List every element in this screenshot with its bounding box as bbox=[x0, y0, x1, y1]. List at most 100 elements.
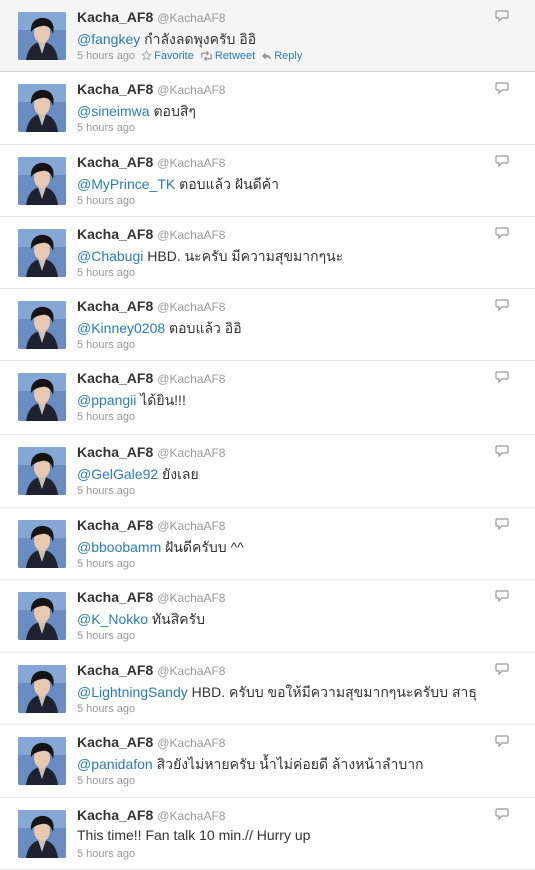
avatar[interactable] bbox=[18, 229, 66, 277]
conversation-icon[interactable] bbox=[495, 589, 509, 603]
timestamp[interactable]: 5 hours ago bbox=[77, 122, 135, 134]
user-name[interactable]: Kacha_AF8 bbox=[77, 517, 153, 533]
avatar[interactable] bbox=[18, 373, 66, 421]
tweet-meta: 5 hours ago bbox=[77, 195, 135, 207]
user-handle[interactable]: @KachaAF8 bbox=[157, 11, 225, 25]
tweet-item[interactable]: Kacha_AF8 @KachaAF8 @Chabugi HBD. นะครับ ม… bbox=[0, 217, 535, 289]
conversation-icon[interactable] bbox=[495, 662, 509, 676]
mention-link[interactable]: @fangkey bbox=[77, 31, 140, 47]
user-handle[interactable]: @KachaAF8 bbox=[157, 156, 225, 170]
user-name[interactable]: Kacha_AF8 bbox=[77, 662, 153, 678]
timestamp[interactable]: 5 hours ago bbox=[77, 339, 135, 351]
tweet-item[interactable]: Kacha_AF8 @KachaAF8 @fangkey กำลังลดพุงครั… bbox=[0, 0, 535, 72]
tweet-item[interactable]: Kacha_AF8 @KachaAF8 @panidafon สิวยังไม่หา… bbox=[0, 725, 535, 798]
avatar[interactable] bbox=[18, 12, 66, 60]
conversation-icon[interactable] bbox=[495, 154, 509, 168]
user-handle[interactable]: @KachaAF8 bbox=[157, 446, 225, 460]
user-handle[interactable]: @KachaAF8 bbox=[157, 228, 225, 242]
conversation-icon[interactable] bbox=[495, 298, 509, 312]
user-name[interactable]: Kacha_AF8 bbox=[77, 444, 153, 460]
user-handle[interactable]: @KachaAF8 bbox=[157, 664, 225, 678]
tweet-item[interactable]: Kacha_AF8 @KachaAF8 @K_Nokko ทันสิครับ 5 ho… bbox=[0, 580, 535, 653]
tweet-text: @GelGale92 ยังเลย bbox=[77, 464, 199, 486]
user-handle[interactable]: @KachaAF8 bbox=[157, 519, 225, 533]
user-name[interactable]: Kacha_AF8 bbox=[77, 370, 153, 386]
tweet-item[interactable]: Kacha_AF8 @KachaAF8 @ppangii ได้ยิน!!! 5 ho… bbox=[0, 361, 535, 435]
tweet-item[interactable]: Kacha_AF8 @KachaAF8 This time!! Fan talk 1… bbox=[0, 798, 535, 870]
conversation-icon[interactable] bbox=[495, 444, 509, 458]
tweet-item[interactable]: Kacha_AF8 @KachaAF8 @GelGale92 ยังเลย 5 hou… bbox=[0, 435, 535, 508]
conversation-icon[interactable] bbox=[495, 81, 509, 95]
mention-link[interactable]: @GelGale92 bbox=[77, 466, 158, 482]
avatar[interactable] bbox=[18, 665, 66, 713]
tweet-text: @fangkey กำลังลดพุงครับ อิอิ bbox=[77, 29, 256, 51]
favorite-button[interactable]: Favorite bbox=[140, 49, 194, 62]
tweet-item[interactable]: Kacha_AF8 @KachaAF8 @MyPrince_TK ตอบแล้ว ฝ… bbox=[0, 145, 535, 217]
user-handle[interactable]: @KachaAF8 bbox=[157, 372, 225, 386]
mention-link[interactable]: @bboobamm bbox=[77, 539, 161, 555]
mention-link[interactable]: @ppangii bbox=[77, 392, 136, 408]
avatar[interactable] bbox=[18, 520, 66, 568]
tweet-item[interactable]: Kacha_AF8 @KachaAF8 @LightningSandy HBD. ค… bbox=[0, 653, 535, 725]
mention-link[interactable]: @MyPrince_TK bbox=[77, 176, 175, 192]
mention-link[interactable]: @panidafon bbox=[77, 756, 153, 772]
timestamp[interactable]: 5 hours ago bbox=[77, 775, 135, 787]
user-handle[interactable]: @KachaAF8 bbox=[157, 83, 225, 97]
tweet-item[interactable]: Kacha_AF8 @KachaAF8 @sineimwa ตอบสิๆ 5 hour… bbox=[0, 72, 535, 145]
tweet-timeline: Kacha_AF8 @KachaAF8 @fangkey กำลังลดพุงครั… bbox=[0, 0, 535, 870]
conversation-icon[interactable] bbox=[495, 807, 509, 821]
user-handle[interactable]: @KachaAF8 bbox=[157, 591, 225, 605]
conversation-icon[interactable] bbox=[495, 226, 509, 240]
avatar[interactable] bbox=[18, 157, 66, 205]
user-handle[interactable]: @KachaAF8 bbox=[157, 736, 225, 750]
tweet-text: @sineimwa ตอบสิๆ bbox=[77, 101, 196, 123]
timestamp[interactable]: 5 hours ago bbox=[77, 411, 135, 423]
avatar[interactable] bbox=[18, 84, 66, 132]
timestamp[interactable]: 5 hours ago bbox=[77, 485, 135, 497]
avatar[interactable] bbox=[18, 447, 66, 495]
user-name[interactable]: Kacha_AF8 bbox=[77, 81, 153, 97]
user-name[interactable]: Kacha_AF8 bbox=[77, 298, 153, 314]
user-handle[interactable]: @KachaAF8 bbox=[157, 300, 225, 314]
timestamp[interactable]: 5 hours ago bbox=[77, 848, 135, 860]
tweet-item[interactable]: Kacha_AF8 @KachaAF8 @bboobamm ฝันดีครับบ ^… bbox=[0, 508, 535, 580]
tweet-item[interactable]: Kacha_AF8 @KachaAF8 @Kinney0208 ตอบแล้ว อิ… bbox=[0, 289, 535, 361]
avatar[interactable] bbox=[18, 592, 66, 640]
tweet-meta: 5 hours ago bbox=[77, 775, 135, 787]
conversation-icon[interactable] bbox=[495, 9, 509, 23]
mention-link[interactable]: @LightningSandy bbox=[77, 684, 188, 700]
timestamp[interactable]: 5 hours ago bbox=[77, 50, 135, 62]
avatar[interactable] bbox=[18, 810, 66, 858]
tweet-meta: 5 hours ago bbox=[77, 703, 135, 715]
tweet-body: กำลังลดพุงครับ อิอิ bbox=[140, 31, 257, 47]
conversation-icon[interactable] bbox=[495, 734, 509, 748]
tweet-header: Kacha_AF8 @KachaAF8 bbox=[77, 81, 225, 99]
user-name[interactable]: Kacha_AF8 bbox=[77, 226, 153, 242]
conversation-icon[interactable] bbox=[495, 370, 509, 384]
mention-link[interactable]: @Kinney0208 bbox=[77, 320, 165, 336]
user-handle[interactable]: @KachaAF8 bbox=[157, 809, 225, 823]
avatar[interactable] bbox=[18, 301, 66, 349]
timestamp[interactable]: 5 hours ago bbox=[77, 630, 135, 642]
conversation-icon[interactable] bbox=[495, 517, 509, 531]
reply-button[interactable]: Reply bbox=[261, 50, 302, 62]
user-name[interactable]: Kacha_AF8 bbox=[77, 9, 153, 25]
tweet-meta: 5 hours ago Favorite Retweet Reply bbox=[77, 49, 302, 62]
user-name[interactable]: Kacha_AF8 bbox=[77, 734, 153, 750]
mention-link[interactable]: @Chabugi bbox=[77, 248, 143, 264]
timestamp[interactable]: 5 hours ago bbox=[77, 195, 135, 207]
retweet-button[interactable]: Retweet bbox=[200, 50, 255, 62]
tweet-body: HBD. ครับบ ขอให้มีความสุขมากๆนะครับบ สาธ… bbox=[187, 684, 477, 700]
user-name[interactable]: Kacha_AF8 bbox=[77, 589, 153, 605]
tweet-body: This time!! Fan talk 10 min.// Hurry up bbox=[77, 827, 311, 843]
timestamp[interactable]: 5 hours ago bbox=[77, 558, 135, 570]
avatar[interactable] bbox=[18, 737, 66, 785]
user-name[interactable]: Kacha_AF8 bbox=[77, 154, 153, 170]
mention-link[interactable]: @K_Nokko bbox=[77, 611, 148, 627]
mention-link[interactable]: @sineimwa bbox=[77, 103, 150, 119]
favorite-label: Favorite bbox=[154, 50, 194, 62]
timestamp[interactable]: 5 hours ago bbox=[77, 703, 135, 715]
reply-label: Reply bbox=[274, 50, 303, 62]
timestamp[interactable]: 5 hours ago bbox=[77, 267, 135, 279]
user-name[interactable]: Kacha_AF8 bbox=[77, 807, 153, 823]
